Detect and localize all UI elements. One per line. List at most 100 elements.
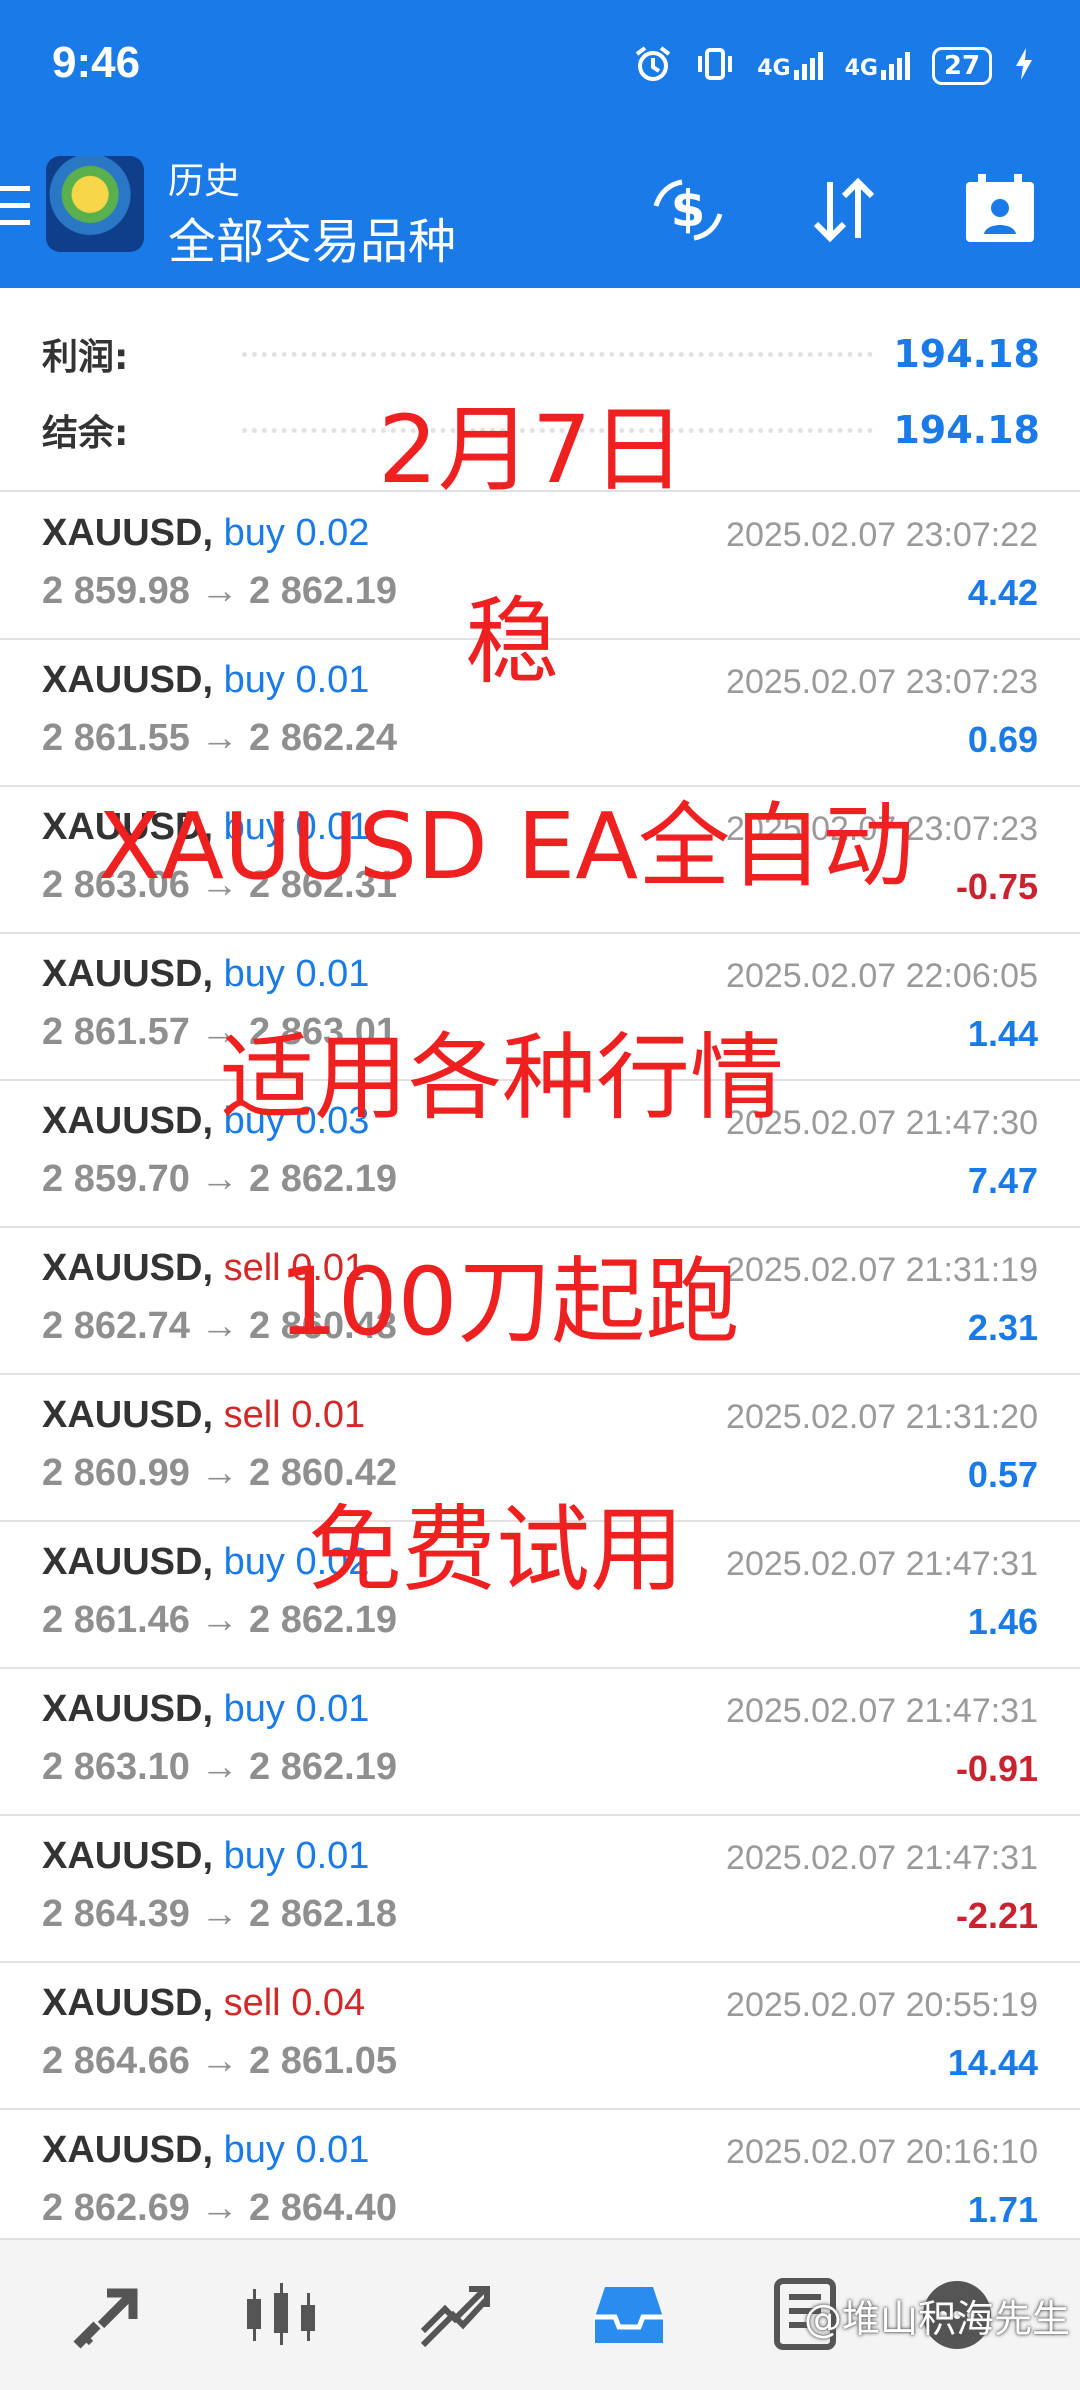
- deal-close-price: 2 862.24: [249, 717, 397, 759]
- chart-icon[interactable]: [236, 2270, 326, 2360]
- history-icon[interactable]: [584, 2270, 674, 2360]
- menu-icon[interactable]: [0, 186, 30, 232]
- overlay-start: 100刀起跑: [278, 1248, 740, 1357]
- deal-symbol: XAUUSD: [42, 1835, 203, 1877]
- deal-symbol-side: XAUUSD, buy 0.02: [42, 512, 369, 555]
- deal-symbol-side: XAUUSD, buy 0.01: [42, 1688, 369, 1731]
- deal-symbol-side: XAUUSD, buy 0.01: [42, 1835, 369, 1878]
- deal-symbol: XAUUSD: [42, 1688, 203, 1730]
- separator: ,: [202, 512, 224, 554]
- deal-prices: 2 862.69 → 2 864.40: [42, 2187, 397, 2230]
- status-time: 9:46: [52, 38, 141, 87]
- deal-datetime: 2025.02.07 21:47:31: [726, 1839, 1038, 1877]
- deal-datetime: 2025.02.07 23:07:22: [726, 516, 1038, 554]
- deal-profit: 7.47: [967, 1160, 1038, 1201]
- deal-side: sell: [223, 1247, 281, 1289]
- deal-symbol: XAUUSD: [42, 512, 203, 554]
- deal-symbol-side: XAUUSD, buy 0.01: [42, 659, 369, 702]
- deal-datetime: 2025.02.07 21:31:20: [726, 1398, 1038, 1436]
- deal-side: buy: [223, 1688, 285, 1730]
- symbol-filter[interactable]: 全部交易品种: [168, 202, 456, 272]
- separator: ,: [202, 1688, 224, 1730]
- deal-datetime: 2025.02.07 21:47:31: [726, 1692, 1038, 1730]
- arrow-right-icon: →: [189, 1305, 250, 1347]
- balance-label: 结余:: [42, 413, 129, 454]
- quotes-icon[interactable]: [62, 2270, 152, 2360]
- arrow-right-icon: →: [189, 2187, 250, 2229]
- deal-prices: 2 861.55 → 2 862.24: [42, 717, 397, 760]
- battery-icon: 27: [932, 47, 992, 85]
- deal-prices: 2 859.98 → 2 862.19: [42, 570, 397, 613]
- trade-icon[interactable]: [410, 2270, 500, 2360]
- bottom-nav: @堆山积海先生: [0, 2238, 1080, 2390]
- separator: ,: [202, 1247, 224, 1289]
- arrow-right-icon: →: [189, 2040, 250, 2082]
- deal-profit: 14.44: [947, 2042, 1038, 2083]
- deal-profit: 1.46: [967, 1601, 1038, 1642]
- deal-row[interactable]: XAUUSD, buy 0.01 2 862.69 → 2 864.40 2025.…: [0, 2109, 1080, 2257]
- deal-symbol-side: XAUUSD, sell 0.04: [42, 1982, 365, 2025]
- deal-datetime: 2025.02.07 22:06:05: [726, 957, 1038, 995]
- deal-volume: 0.01: [295, 2129, 370, 2171]
- arrow-right-icon: →: [189, 1452, 250, 1494]
- deal-profit: -0.75: [955, 866, 1038, 907]
- separator: ,: [202, 2129, 224, 2171]
- deal-row[interactable]: XAUUSD, sell 0.04 2 864.66 → 2 861.05 2025…: [0, 1962, 1080, 2110]
- alarm-icon: [633, 44, 673, 88]
- deal-datetime: 2025.02.07 21:47:31: [726, 1545, 1038, 1583]
- deal-profit: 1.71: [967, 2189, 1038, 2230]
- profit-value: 194.18: [893, 332, 1040, 376]
- deal-volume: 0.01: [295, 1688, 370, 1730]
- arrow-right-icon: →: [189, 1893, 250, 1935]
- deposit-icon[interactable]: $: [648, 170, 728, 250]
- vibrate-icon: [695, 44, 735, 88]
- deal-prices: 2 863.10 → 2 862.19: [42, 1746, 397, 1789]
- deal-volume: 0.04: [291, 1982, 366, 2024]
- deal-row[interactable]: XAUUSD, buy 0.01 2 864.39 → 2 862.18 2025.…: [0, 1815, 1080, 1963]
- deal-side: buy: [223, 659, 285, 701]
- deal-side: sell: [223, 1394, 281, 1436]
- deal-side: buy: [223, 953, 285, 995]
- arrow-right-icon: →: [189, 1158, 250, 1200]
- calendar-icon[interactable]: [960, 170, 1040, 250]
- deal-volume: 0.01: [291, 1394, 366, 1436]
- deal-symbol: XAUUSD: [42, 953, 203, 995]
- deal-open-price: 2 861.57: [42, 1011, 190, 1053]
- separator: ,: [202, 1394, 224, 1436]
- deal-side: buy: [223, 2129, 285, 2171]
- svg-text:$: $: [671, 180, 706, 238]
- dotted-leader: [242, 351, 874, 357]
- deal-symbol-side: XAUUSD, buy 0.01: [42, 953, 369, 996]
- deal-profit: 4.42: [967, 572, 1038, 613]
- deal-open-price: 2 861.55: [42, 717, 190, 759]
- deal-symbol: XAUUSD: [42, 2129, 203, 2171]
- sort-icon[interactable]: [804, 170, 884, 250]
- deal-side: buy: [223, 512, 285, 554]
- deal-symbol: XAUUSD: [42, 659, 203, 701]
- page-title: 历史: [168, 161, 241, 202]
- overlay-market: 适用各种行情: [220, 1024, 785, 1133]
- arrow-right-icon: →: [189, 1599, 250, 1641]
- deal-datetime: 2025.02.07 20:16:10: [726, 2133, 1038, 2171]
- deal-profit: -2.21: [955, 1895, 1038, 1936]
- deal-open-price: 2 859.70: [42, 1158, 190, 1200]
- charging-icon: [1014, 46, 1034, 86]
- deal-volume: 0.01: [295, 659, 370, 701]
- deal-open-price: 2 859.98: [42, 570, 190, 612]
- overlay-date: 2月7日: [378, 396, 686, 505]
- app-bar: 历史 全部交易品种 $: [0, 140, 1080, 288]
- deal-open-price: 2 864.39: [42, 1893, 190, 1935]
- deal-row[interactable]: XAUUSD, buy 0.01 2 863.10 → 2 862.19 2025.…: [0, 1668, 1080, 1816]
- arrow-right-icon: →: [189, 717, 250, 759]
- deal-datetime: 2025.02.07 23:07:23: [726, 663, 1038, 701]
- arrow-right-icon: →: [189, 1746, 250, 1788]
- deal-prices: 2 864.66 → 2 861.05: [42, 2040, 397, 2083]
- profit-label: 利润:: [42, 337, 129, 378]
- deal-side: buy: [223, 1541, 285, 1583]
